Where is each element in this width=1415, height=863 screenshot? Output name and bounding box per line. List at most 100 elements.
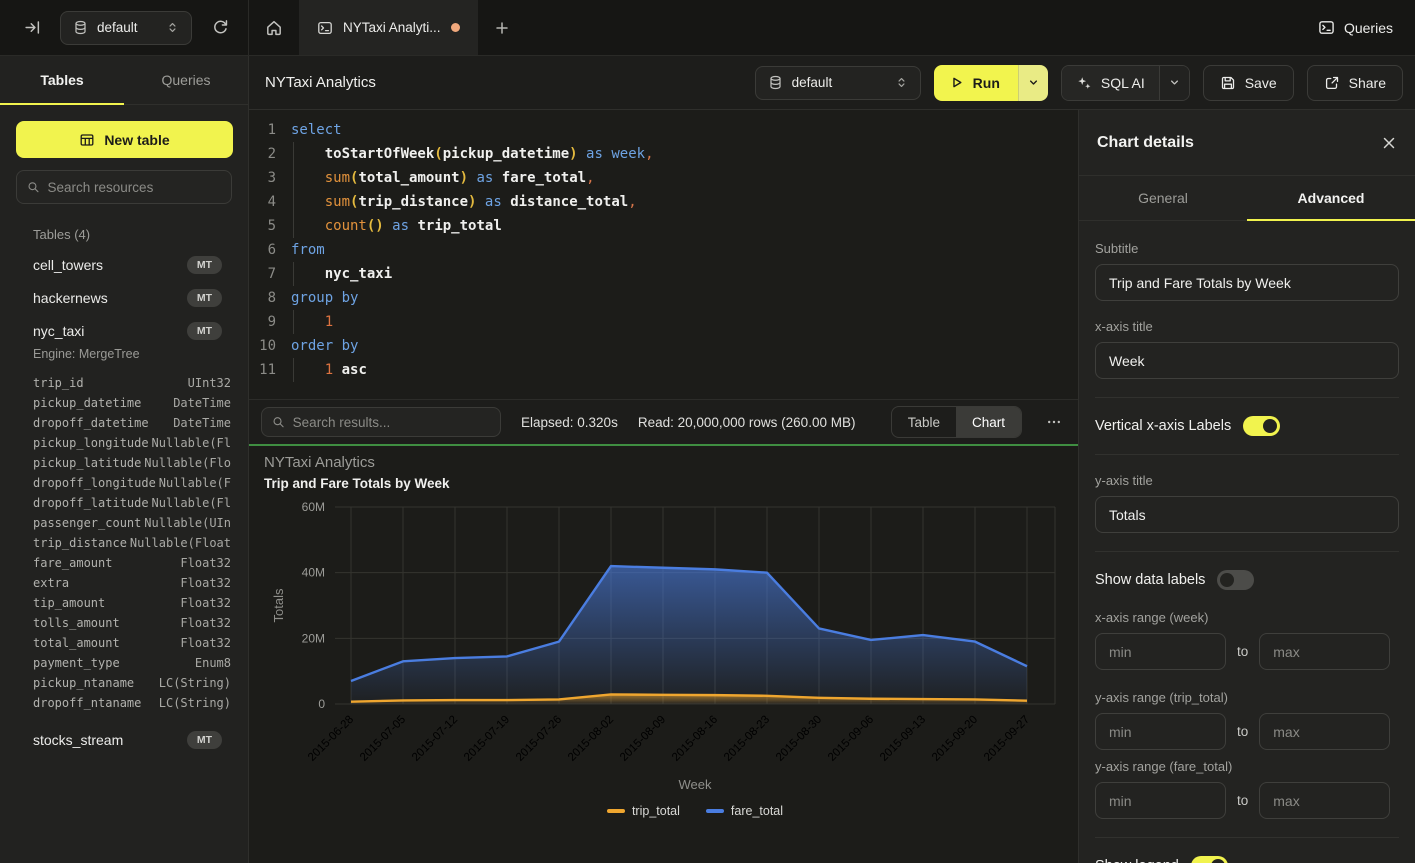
table-row[interactable]: hackernewsMT: [0, 281, 248, 314]
code-line[interactable]: 2 toStartOfWeek(pickup_datetime) as week…: [249, 142, 1078, 166]
sql-ai-options-button[interactable]: [1159, 66, 1189, 100]
new-tab-button[interactable]: [478, 0, 526, 55]
code-line[interactable]: 6from: [249, 238, 1078, 262]
y-range-trip-min-input[interactable]: [1095, 713, 1226, 750]
legend-item-fare_total[interactable]: fare_total: [706, 804, 783, 818]
column-row[interactable]: trip_idUInt32: [33, 373, 231, 393]
column-row[interactable]: dropoff_longitudeNullable(F: [33, 473, 231, 493]
x-range-label: x-axis range (week): [1095, 610, 1399, 625]
collapse-sidebar-button[interactable]: [18, 14, 46, 42]
engine-badge: MT: [187, 731, 222, 749]
view-toggle-table[interactable]: Table: [892, 407, 956, 437]
sidebar-tab-tables[interactable]: Tables: [0, 56, 124, 104]
run-options-button[interactable]: [1018, 65, 1048, 101]
tab-strip: NYTaxi Analyti...: [249, 0, 1318, 55]
x-axis-title-input[interactable]: [1095, 342, 1399, 379]
table-row[interactable]: stocks_streamMT: [0, 723, 248, 756]
code-line[interactable]: 7 nyc_taxi: [249, 262, 1078, 286]
token: ,: [586, 170, 594, 186]
column-row[interactable]: dropoff_latitudeNullable(Fl: [33, 493, 231, 513]
elapsed-time: Elapsed: 0.320s: [521, 415, 618, 430]
column-row[interactable]: pickup_datetimeDateTime: [33, 393, 231, 413]
column-row[interactable]: fare_amountFloat32: [33, 553, 231, 573]
tab-advanced[interactable]: Advanced: [1247, 176, 1415, 220]
code-line[interactable]: 11 1 asc: [249, 358, 1078, 382]
token: sum: [325, 170, 350, 186]
view-toggle-chart[interactable]: Chart: [956, 407, 1021, 437]
sidebar-tab-queries[interactable]: Queries: [124, 56, 248, 104]
close-panel-button[interactable]: [1381, 135, 1397, 151]
search-icon: [27, 180, 40, 194]
refresh-button[interactable]: [206, 14, 234, 42]
column-name: pickup_latitude: [33, 456, 141, 470]
column-row[interactable]: extraFloat32: [33, 573, 231, 593]
column-row[interactable]: pickup_ntanameLC(String): [33, 673, 231, 693]
table-name: hackernews: [33, 290, 108, 306]
code-line[interactable]: 5 count() as trip_total: [249, 214, 1078, 238]
column-row[interactable]: dropoff_ntanameLC(String): [33, 693, 231, 713]
show-data-labels-toggle[interactable]: [1217, 570, 1254, 590]
y-range-fare-min-input[interactable]: [1095, 782, 1226, 819]
y-axis-title-input[interactable]: [1095, 496, 1399, 533]
column-row[interactable]: pickup_longitudeNullable(Fl: [33, 433, 231, 453]
token: distance_total: [510, 194, 628, 210]
sql-ai-button[interactable]: SQL AI: [1062, 66, 1159, 100]
column-row[interactable]: dropoff_datetimeDateTime: [33, 413, 231, 433]
x-range-min-input[interactable]: [1095, 633, 1226, 670]
code-text: nyc_taxi: [291, 262, 392, 286]
run-button[interactable]: Run: [934, 65, 1018, 101]
show-legend-toggle[interactable]: [1191, 856, 1228, 863]
home-button[interactable]: [249, 0, 299, 55]
svg-text:2015-09-06: 2015-09-06: [826, 714, 876, 764]
search-resources-input[interactable]: [48, 180, 221, 195]
table-row[interactable]: nyc_taxiMT: [0, 314, 248, 347]
line-number: 6: [249, 238, 276, 262]
database-selector[interactable]: default: [60, 11, 192, 45]
tab-nytaxi-analytics[interactable]: NYTaxi Analyti...: [299, 0, 478, 55]
column-type: Nullable(Fl: [152, 496, 231, 510]
column-row[interactable]: trip_distanceNullable(Float: [33, 533, 231, 553]
code-line[interactable]: 4 sum(trip_distance) as distance_total,: [249, 190, 1078, 214]
code-text: 1 asc: [291, 358, 367, 382]
tab-general[interactable]: General: [1079, 176, 1247, 220]
search-results-input[interactable]: [293, 415, 490, 430]
table-row[interactable]: cell_towersMT: [0, 248, 248, 281]
chevron-down-icon: [1168, 76, 1181, 89]
column-name: payment_type: [33, 656, 120, 670]
column-row[interactable]: payment_typeEnum8: [33, 653, 231, 673]
svg-text:2015-07-26: 2015-07-26: [514, 714, 564, 764]
token: as: [392, 218, 409, 234]
token: ): [460, 170, 468, 186]
column-row[interactable]: tip_amountFloat32: [33, 593, 231, 613]
code-line[interactable]: 10order by: [249, 334, 1078, 358]
column-row[interactable]: passenger_countNullable(UIn: [33, 513, 231, 533]
query-database-selector[interactable]: default: [755, 66, 921, 100]
column-row[interactable]: tolls_amountFloat32: [33, 613, 231, 633]
code-line[interactable]: 3 sum(total_amount) as fare_total,: [249, 166, 1078, 190]
queries-button[interactable]: Queries: [1318, 19, 1393, 36]
chart-legend: trip_total fare_total: [335, 804, 1055, 818]
area-chart[interactable]: 020M40M60M2015-06-282015-07-052015-07-12…: [249, 446, 1078, 862]
y-range-trip-max-input[interactable]: [1259, 713, 1390, 750]
code-line[interactable]: 8group by: [249, 286, 1078, 310]
code-line[interactable]: 1select: [249, 118, 1078, 142]
x-range-max-input[interactable]: [1259, 633, 1390, 670]
token: week: [611, 146, 645, 162]
column-row[interactable]: pickup_latitudeNullable(Flo: [33, 453, 231, 473]
more-options-button[interactable]: [1042, 410, 1066, 434]
svg-text:2015-07-12: 2015-07-12: [410, 714, 460, 764]
column-row[interactable]: total_amountFloat32: [33, 633, 231, 653]
svg-text:40M: 40M: [302, 566, 325, 580]
subtitle-input[interactable]: [1095, 264, 1399, 301]
sql-editor[interactable]: 1select2 toStartOfWeek(pickup_datetime) …: [249, 110, 1078, 399]
save-button[interactable]: Save: [1203, 65, 1294, 101]
legend-item-trip_total[interactable]: trip_total: [607, 804, 680, 818]
database-selector-value: default: [97, 20, 157, 35]
vertical-x-labels-toggle[interactable]: [1243, 416, 1280, 436]
code-line[interactable]: 9 1: [249, 310, 1078, 334]
share-button[interactable]: Share: [1307, 65, 1403, 101]
toolbar-actions: default Run: [755, 65, 1403, 101]
new-table-button[interactable]: New table: [16, 121, 233, 158]
y-range-fare-max-input[interactable]: [1259, 782, 1390, 819]
svg-text:2015-09-27: 2015-09-27: [982, 714, 1032, 764]
